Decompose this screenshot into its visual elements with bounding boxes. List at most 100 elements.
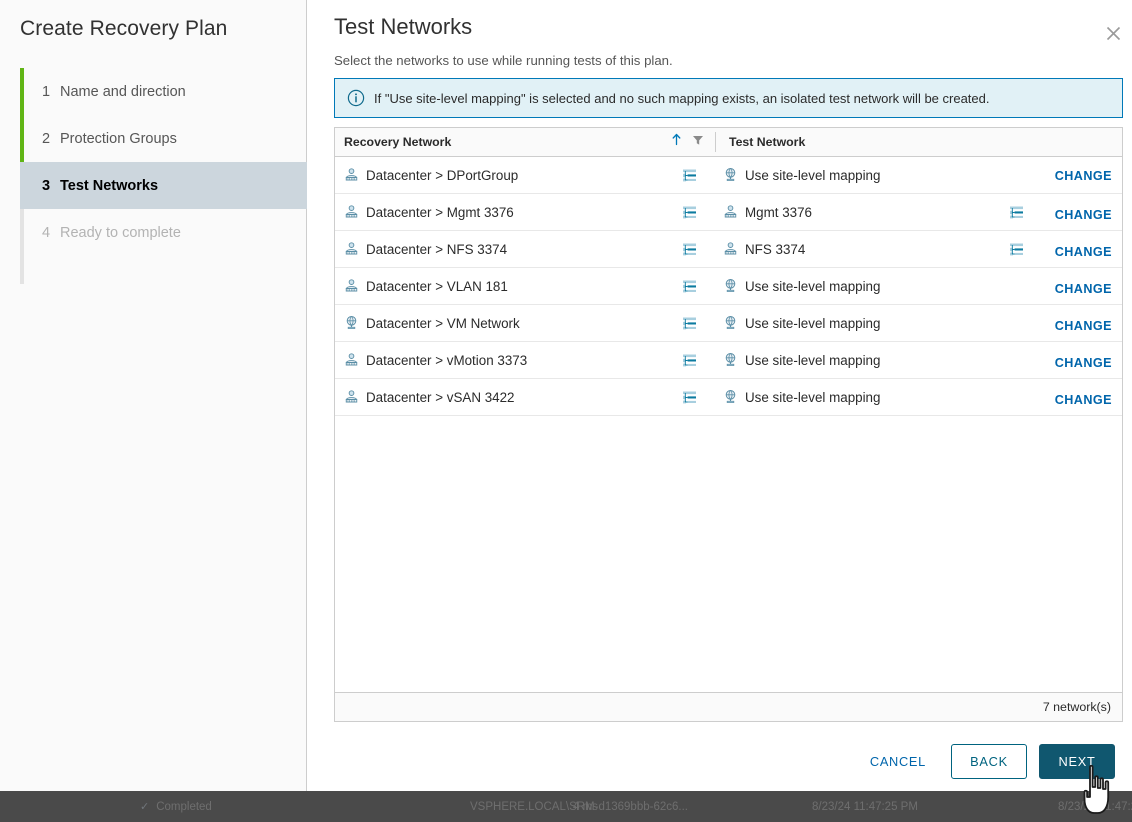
change-button[interactable]: CHANGE (1055, 342, 1112, 379)
table-row[interactable]: Datacenter > vSAN 3422 (335, 379, 1122, 416)
step-label: Ready to complete (60, 225, 181, 241)
change-button[interactable]: CHANGE (1055, 305, 1112, 342)
standard-network-icon (723, 278, 738, 296)
page-subtitle: Select the networks to use while running… (334, 53, 673, 68)
table-body: Datacenter > DPortGroup (335, 157, 1122, 692)
sidebar-item-name-and-direction[interactable]: 1 Name and direction (20, 68, 306, 115)
sort-ascending-arrow-icon[interactable] (668, 133, 684, 151)
hierarchy-icon[interactable] (683, 342, 697, 379)
task-status: ✓Completed (140, 800, 212, 813)
next-button[interactable]: NEXT (1039, 744, 1115, 779)
cell-test-network: Mgmt 3376 (723, 194, 812, 231)
wizard-steps: 1 Name and direction 2 Protection Groups… (20, 68, 306, 256)
hierarchy-icon[interactable] (683, 194, 697, 231)
cell-test-network: Use site-level mapping (723, 305, 880, 342)
dialog-footer: CANCEL BACK NEXT (308, 744, 1132, 791)
cell-recovery-network: Datacenter > Mgmt 3376 (344, 194, 514, 231)
sidebar-item-test-networks[interactable]: 3 Test Networks (20, 162, 307, 209)
distributed-port-group-icon (344, 352, 359, 370)
test-network-name: Use site-level mapping (745, 279, 880, 294)
test-network-name: Use site-level mapping (745, 316, 880, 331)
hierarchy-icon[interactable] (683, 379, 697, 416)
test-network-name: Mgmt 3376 (745, 205, 812, 220)
table-row[interactable]: Datacenter > VM Network (335, 305, 1122, 342)
recovery-network-name: Datacenter > DPortGroup (366, 168, 518, 183)
info-banner-text: If "Use site-level mapping" is selected … (374, 91, 990, 106)
cell-recovery-network: Datacenter > vSAN 3422 (344, 379, 515, 416)
cell-test-network: Use site-level mapping (723, 157, 880, 194)
info-circle-icon (347, 89, 365, 107)
task-end-time: 8/23/24 11:47:25 (1058, 801, 1132, 813)
cell-test-network: Use site-level mapping (723, 379, 880, 416)
distributed-port-group-icon (344, 278, 359, 296)
recovery-plan-wizard-dialog: ✓Completed VSPHERE.LOCAL\SRM-d1369bbb-62… (0, 0, 1132, 822)
hierarchy-icon[interactable] (683, 157, 697, 194)
background-task-bar: ✓Completed VSPHERE.LOCAL\SRM-d1369bbb-62… (0, 791, 1132, 822)
task-start-time: 8/23/24 11:47:25 PM (812, 801, 918, 813)
distributed-port-group-icon (723, 204, 738, 222)
standard-network-icon (723, 352, 738, 370)
standard-network-icon (723, 167, 738, 185)
test-network-name: Use site-level mapping (745, 353, 880, 368)
hierarchy-icon[interactable] (1010, 231, 1024, 268)
wizard-title: Create Recovery Plan (20, 17, 227, 41)
distributed-port-group-icon (723, 241, 738, 259)
filter-funnel-icon[interactable] (690, 133, 706, 151)
hierarchy-icon[interactable] (683, 231, 697, 268)
test-network-name: Use site-level mapping (745, 390, 880, 405)
sidebar-item-protection-groups[interactable]: 2 Protection Groups (20, 115, 306, 162)
test-network-name: Use site-level mapping (745, 168, 880, 183)
info-banner: If "Use site-level mapping" is selected … (334, 78, 1123, 118)
column-header-recovery-network[interactable]: Recovery Network (344, 135, 451, 149)
table-row[interactable]: Datacenter > NFS 3374 (335, 231, 1122, 268)
step-label: Test Networks (60, 178, 158, 194)
change-button[interactable]: CHANGE (1055, 268, 1112, 305)
task-duration: 4 ms (573, 801, 598, 813)
change-button[interactable]: CHANGE (1055, 157, 1112, 192)
header-divider (715, 132, 716, 152)
column-header-test-network[interactable]: Test Network (729, 135, 805, 149)
recovery-network-name: Datacenter > VM Network (366, 316, 520, 331)
dialog-main-panel: Test Networks Select the networks to use… (308, 0, 1132, 791)
sidebar-item-ready-to-complete: 4 Ready to complete (20, 209, 306, 256)
table-row[interactable]: Datacenter > vMotion 3373 (335, 342, 1122, 379)
distributed-port-group-icon (344, 167, 359, 185)
cell-test-network: Use site-level mapping (723, 268, 880, 305)
recovery-network-name: Datacenter > VLAN 181 (366, 279, 508, 294)
change-button[interactable]: CHANGE (1055, 231, 1112, 268)
back-button[interactable]: BACK (951, 744, 1027, 779)
distributed-port-group-icon (344, 204, 359, 222)
standard-network-icon (344, 315, 359, 333)
table-row[interactable]: Datacenter > Mgmt 3376 (335, 194, 1122, 231)
table-row[interactable]: Datacenter > DPortGroup (335, 157, 1122, 194)
step-number: 3 (42, 178, 60, 194)
recovery-network-name: Datacenter > vMotion 3373 (366, 353, 527, 368)
check-icon: ✓ (140, 801, 149, 813)
standard-network-icon (723, 315, 738, 333)
wizard-sidebar: Create Recovery Plan 1 Name and directio… (0, 0, 307, 791)
table-row[interactable]: Datacenter > VLAN 181 (335, 268, 1122, 305)
cancel-button[interactable]: CANCEL (857, 744, 939, 779)
cell-recovery-network: Datacenter > vMotion 3373 (344, 342, 527, 379)
cell-recovery-network: Datacenter > DPortGroup (344, 157, 518, 194)
hierarchy-icon[interactable] (683, 268, 697, 305)
table-header-row: Recovery Network Test Network (335, 128, 1122, 157)
hierarchy-icon[interactable] (683, 305, 697, 342)
standard-network-icon (723, 389, 738, 407)
cell-recovery-network: Datacenter > VLAN 181 (344, 268, 508, 305)
cell-recovery-network: Datacenter > NFS 3374 (344, 231, 507, 268)
step-number: 4 (42, 225, 60, 241)
hierarchy-icon[interactable] (1010, 194, 1024, 231)
page-title: Test Networks (334, 14, 472, 40)
change-button[interactable]: CHANGE (1055, 194, 1112, 231)
network-count: 7 network(s) (1043, 700, 1111, 714)
test-networks-table: Recovery Network Test Network (334, 127, 1123, 722)
test-network-name: NFS 3374 (745, 242, 805, 257)
step-label: Name and direction (60, 84, 186, 100)
recovery-network-name: Datacenter > NFS 3374 (366, 242, 507, 257)
step-number: 2 (42, 131, 60, 147)
recovery-network-name: Datacenter > Mgmt 3376 (366, 205, 514, 220)
step-number: 1 (42, 84, 60, 100)
close-icon[interactable] (1099, 19, 1127, 47)
change-button[interactable]: CHANGE (1055, 379, 1112, 416)
